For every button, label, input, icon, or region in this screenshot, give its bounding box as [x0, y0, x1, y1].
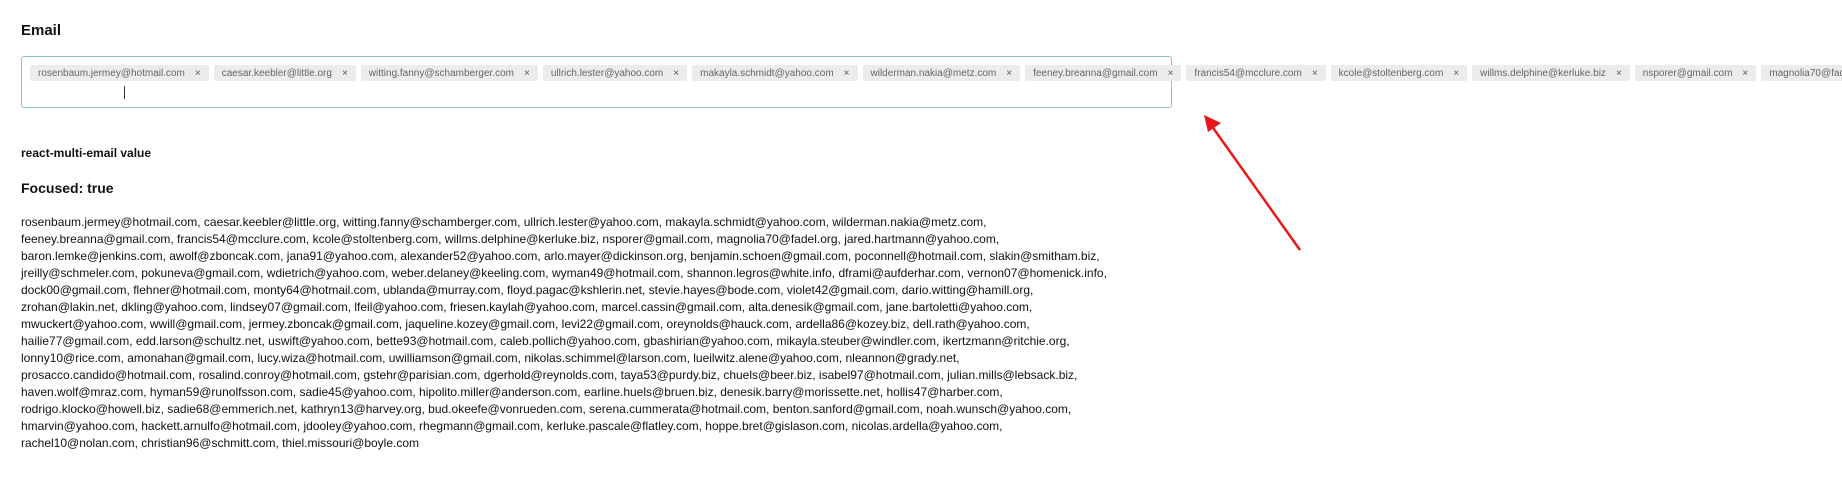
email-tag-label: rosenbaum.jermey@hotmail.com [38, 67, 185, 79]
remove-tag-icon[interactable]: × [1168, 68, 1174, 79]
remove-tag-icon[interactable]: × [195, 68, 201, 79]
email-tag: willms.delphine@kerluke.biz × [1472, 65, 1630, 81]
value-line: dock00@gmail.com, flehner@hotmail.com, m… [21, 283, 1034, 297]
email-tag-label: makayla.schmidt@yahoo.com [700, 67, 834, 79]
email-tag: magnolia70@fadel.org× [1761, 65, 1842, 81]
email-tag: ullrich.lester@yahoo.com × [542, 65, 688, 81]
email-tag: feeney.breanna@gmail.com × [1025, 65, 1182, 81]
email-tag-label: feeney.breanna@gmail.com [1033, 67, 1158, 79]
email-tag-label: francis54@mcclure.com [1194, 67, 1302, 79]
email-tag-label: caesar.keebler@little.org [221, 67, 332, 79]
email-tag: francis54@mcclure.com × [1186, 65, 1326, 81]
remove-tag-icon[interactable]: × [1312, 68, 1318, 79]
email-tag-list: rosenbaum.jermey@hotmail.com × caesar.keeb… [30, 65, 1842, 81]
value-line: rodrigo.klocko@howell.biz, sadie68@emmer… [21, 402, 1072, 416]
email-tag: nsporer@gmail.com × [1634, 65, 1757, 81]
email-tag: rosenbaum.jermey@hotmail.com × [30, 65, 209, 81]
value-line: jreilly@schmeler.com, pokuneva@gmail.com… [21, 266, 1107, 280]
value-line: haven.wolf@mraz.com, hyman59@runolfsson.… [21, 385, 1003, 399]
multi-email-input[interactable]: rosenbaum.jermey@hotmail.com × caesar.keeb… [21, 56, 1842, 108]
email-tag-label: ullrich.lester@yahoo.com [550, 67, 664, 79]
email-tag: caesar.keebler@little.org × [213, 65, 356, 81]
value-heading: react-multi-email value [21, 146, 152, 160]
remove-tag-icon[interactable]: × [1742, 68, 1748, 79]
remove-tag-icon[interactable]: × [1006, 68, 1012, 79]
remove-tag-icon[interactable]: × [1616, 68, 1622, 79]
value-line: baron.lemke@jenkins.com, awolf@zboncak.c… [21, 249, 1100, 263]
email-label: Email [21, 22, 62, 39]
value-line: hmarvin@yahoo.com, hackett.arnulfo@hotma… [21, 419, 1003, 433]
value-line: lonny10@rice.com, amonahan@gmail.com, lu… [21, 351, 960, 365]
value-line: rachel10@nolan.com, christian96@schmitt.… [21, 436, 420, 450]
email-tag: kcole@stoltenberg.com × [1330, 65, 1468, 81]
email-tag-label: witting.fanny@schamberger.com [368, 67, 514, 79]
value-line: prosacco.candido@hotmail.com, rosalind.c… [21, 368, 1078, 382]
email-value-list: rosenbaum.jermey@hotmail.com, caesar.kee… [21, 214, 1231, 452]
value-line: hailie77@gmail.com, edd.larson@schultz.n… [21, 334, 1070, 348]
value-line: rosenbaum.jermey@hotmail.com, caesar.kee… [21, 215, 987, 229]
email-tag-label: kcole@stoltenberg.com [1338, 67, 1444, 79]
value-line: mwuckert@yahoo.com, wwill@gmail.com, jer… [21, 317, 1030, 331]
email-tag-label: magnolia70@fadel.org [1769, 67, 1842, 79]
email-tag-label: willms.delphine@kerluke.biz [1480, 67, 1606, 79]
email-tag: makayla.schmidt@yahoo.com × [692, 65, 858, 81]
value-line: feeney.breanna@gmail.com, francis54@mccl… [21, 232, 1000, 246]
remove-tag-icon[interactable]: × [844, 68, 850, 79]
value-line: zrohan@lakin.net, dkling@yahoo.com, lind… [21, 300, 1033, 314]
email-tag-label: nsporer@gmail.com [1642, 67, 1733, 79]
text-cursor [124, 86, 125, 99]
remove-tag-icon[interactable]: × [524, 68, 530, 79]
remove-tag-icon[interactable]: × [342, 68, 348, 79]
email-tag-label: wilderman.nakia@metz.com [870, 67, 997, 79]
email-tag: wilderman.nakia@metz.com × [862, 65, 1021, 81]
focused-status: Focused: true [21, 180, 114, 196]
remove-tag-icon[interactable]: × [1453, 68, 1459, 79]
remove-tag-icon[interactable]: × [673, 68, 679, 79]
email-tag: witting.fanny@schamberger.com × [360, 65, 538, 81]
